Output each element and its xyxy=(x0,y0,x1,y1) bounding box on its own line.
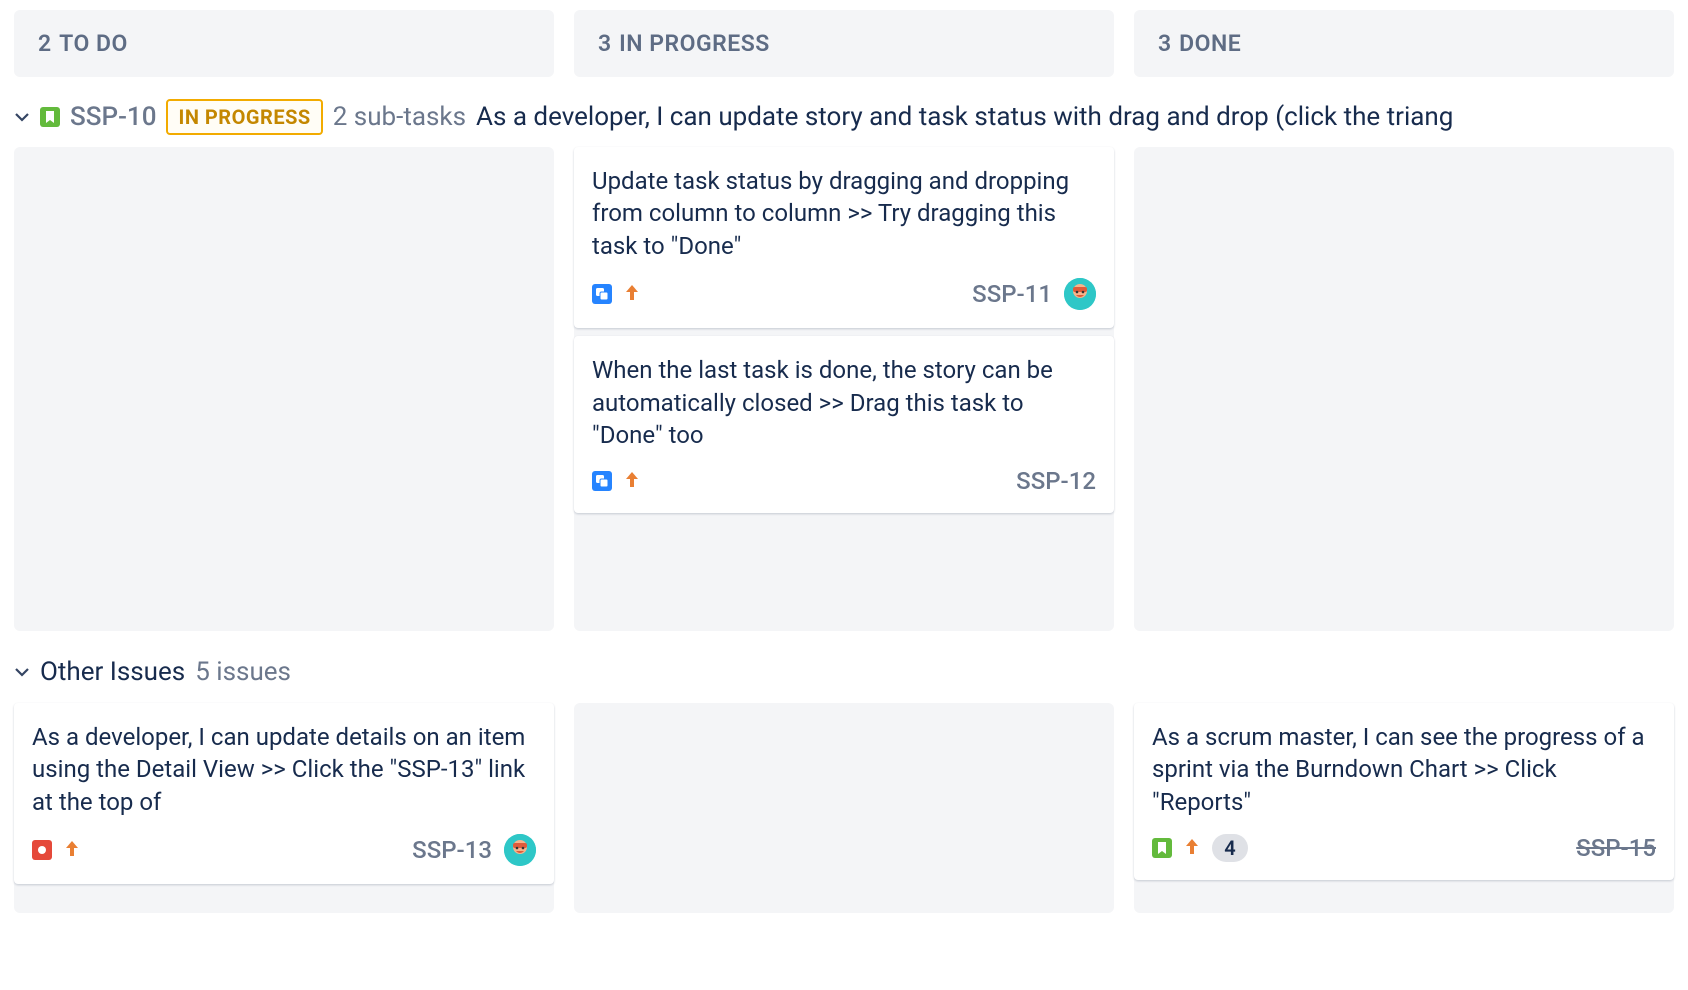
priority-medium-icon xyxy=(624,469,640,493)
subtask-icon xyxy=(592,284,612,304)
other-column-done[interactable]: As a scrum master, I can see the progres… xyxy=(1134,703,1674,913)
assignee-avatar[interactable] xyxy=(504,834,536,866)
swimlane-column-done[interactable] xyxy=(1134,147,1674,631)
other-column-todo[interactable]: As a developer, I can update details on … xyxy=(14,703,554,913)
swimlane-column-todo[interactable] xyxy=(14,147,554,631)
column-header-done[interactable]: 3 DONE xyxy=(1134,10,1674,77)
bug-icon xyxy=(32,840,52,860)
other-issues-body: As a developer, I can update details on … xyxy=(14,703,1674,913)
swimlane-header[interactable]: SSP-10 IN PROGRESS 2 sub-tasks As a deve… xyxy=(14,99,1674,135)
swimlane-summary: As a developer, I can update story and t… xyxy=(476,102,1453,132)
story-icon xyxy=(1152,838,1172,858)
other-issues-title: Other Issues xyxy=(40,657,185,687)
card-key[interactable]: SSP-12 xyxy=(1016,467,1096,495)
card-footer: SSP-11 xyxy=(592,278,1096,310)
card-title: As a scrum master, I can see the progres… xyxy=(1152,721,1656,818)
other-issues-header[interactable]: Other Issues 5 issues xyxy=(14,657,1674,687)
card-footer: SSP-12 xyxy=(592,467,1096,495)
column-count: 3 xyxy=(1158,30,1171,57)
column-header-todo[interactable]: 2 TO DO xyxy=(14,10,554,77)
issue-card[interactable]: When the last task is done, the story ca… xyxy=(574,336,1114,513)
estimate-pill: 4 xyxy=(1212,834,1248,862)
column-header-in-progress[interactable]: 3 IN PROGRESS xyxy=(574,10,1114,77)
column-title: DONE xyxy=(1179,30,1241,57)
card-footer: 4 SSP-15 xyxy=(1152,834,1656,862)
other-column-in-progress[interactable] xyxy=(574,703,1114,913)
assignee-avatar[interactable] xyxy=(1064,278,1096,310)
card-key[interactable]: SSP-15 xyxy=(1576,834,1656,862)
card-footer: SSP-13 xyxy=(32,834,536,866)
board-columns-header: 2 TO DO 3 IN PROGRESS 3 DONE xyxy=(14,10,1674,77)
card-key[interactable]: SSP-11 xyxy=(972,280,1052,308)
column-title: TO DO xyxy=(59,30,128,57)
other-issues-count: 5 issues xyxy=(195,657,291,687)
chevron-down-icon[interactable] xyxy=(14,664,30,680)
subtask-icon xyxy=(592,471,612,491)
issue-card[interactable]: As a scrum master, I can see the progres… xyxy=(1134,703,1674,880)
story-icon xyxy=(40,107,60,127)
card-title: When the last task is done, the story ca… xyxy=(592,354,1096,451)
swimlane-body: Update task status by dragging and dropp… xyxy=(14,147,1674,631)
subtask-count: 2 sub-tasks xyxy=(333,102,466,132)
status-lozenge: IN PROGRESS xyxy=(166,99,322,135)
priority-medium-icon xyxy=(64,838,80,862)
column-count: 3 xyxy=(598,30,611,57)
priority-medium-icon xyxy=(624,282,640,306)
issue-card[interactable]: Update task status by dragging and dropp… xyxy=(574,147,1114,328)
card-title: As a developer, I can update details on … xyxy=(32,721,536,818)
swimlane-issue-key[interactable]: SSP-10 xyxy=(70,102,156,132)
priority-medium-icon xyxy=(1184,836,1200,860)
column-title: IN PROGRESS xyxy=(619,30,770,57)
swimlane-column-in-progress[interactable]: Update task status by dragging and dropp… xyxy=(574,147,1114,631)
issue-card[interactable]: As a developer, I can update details on … xyxy=(14,703,554,884)
card-key[interactable]: SSP-13 xyxy=(412,836,492,864)
card-title: Update task status by dragging and dropp… xyxy=(592,165,1096,262)
column-count: 2 xyxy=(38,30,51,57)
chevron-down-icon[interactable] xyxy=(14,109,30,125)
